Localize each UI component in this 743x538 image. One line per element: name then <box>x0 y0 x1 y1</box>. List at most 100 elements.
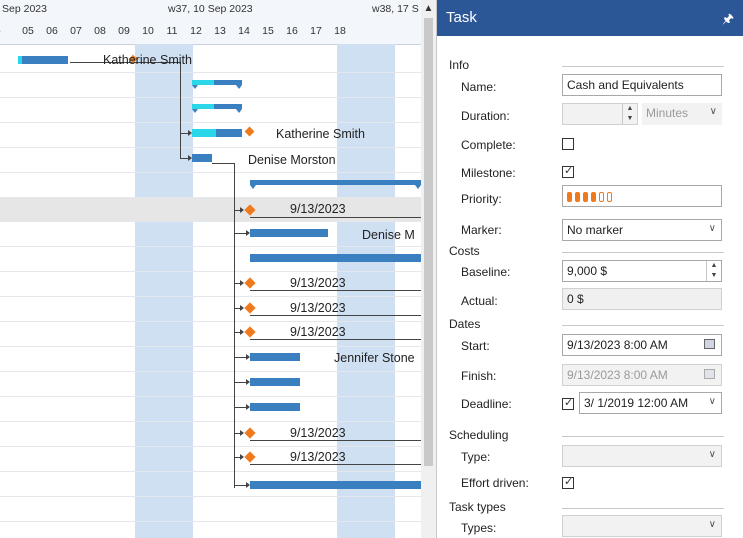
task-bar[interactable] <box>250 254 421 262</box>
chevron-down-icon: ∨ <box>708 223 716 234</box>
duration-unit-select[interactable]: Minutes ∨ <box>642 103 722 125</box>
priority-dot-filled[interactable] <box>567 191 572 202</box>
row-divider <box>0 122 421 123</box>
label-underline <box>250 339 421 340</box>
gantt-vertical-scrollbar[interactable]: ▲ <box>421 0 436 538</box>
summary-bar[interactable] <box>192 104 242 113</box>
resource-label: Katherine Smith <box>103 53 192 67</box>
scrollbar-thumb[interactable] <box>424 18 433 466</box>
label-underline <box>250 440 421 441</box>
row-divider <box>0 172 421 173</box>
timeline-week-header: Sep 2023 w37, 10 Sep 2023 w38, 17 S <box>0 0 421 19</box>
calendar-icon[interactable] <box>704 369 715 379</box>
types-label: Types: <box>461 521 497 535</box>
row-divider <box>0 321 421 322</box>
pin-icon[interactable]: 🖈 <box>722 10 734 32</box>
priority-dot-empty[interactable] <box>599 191 604 202</box>
milestone-marker[interactable] <box>244 302 256 314</box>
gantt-chart[interactable]: Sep 2023 w37, 10 Sep 2023 w38, 17 S - 05… <box>0 0 421 538</box>
priority-rating[interactable] <box>562 185 722 207</box>
priority-dot-filled[interactable] <box>575 191 580 202</box>
resource-label: Jennifer Stone <box>334 351 415 365</box>
baseline-field[interactable]: 9,000 $ ▲ ▼ <box>562 260 722 282</box>
actual-label: Actual: <box>461 294 498 308</box>
finish-label: Finish: <box>461 369 497 383</box>
section-divider <box>562 325 724 326</box>
duration-field[interactable]: ▲ ▼ <box>562 103 638 125</box>
section-info: Info <box>449 58 470 72</box>
baseline-spin-icon[interactable]: ▲ ▼ <box>706 261 721 281</box>
finish-date-picker[interactable]: 9/13/2023 8:00 AM <box>562 364 722 386</box>
task-bar[interactable] <box>250 481 421 489</box>
type-select[interactable]: ∨ <box>562 445 722 467</box>
milestone-marker[interactable] <box>244 126 255 137</box>
chevron-up-icon[interactable]: ▲ <box>421 3 436 14</box>
name-label: Name: <box>461 80 497 94</box>
task-bar[interactable] <box>250 353 300 361</box>
marker-value: No marker <box>567 223 624 237</box>
chevron-down-icon: ∨ <box>709 106 717 117</box>
milestone-marker[interactable] <box>244 451 256 463</box>
row-divider <box>0 147 421 148</box>
milestone-date-label: 9/13/2023 <box>290 202 346 216</box>
task-bar[interactable] <box>250 229 328 237</box>
milestone-label: Milestone: <box>461 166 516 180</box>
marker-select[interactable]: No marker ∨ <box>562 219 722 241</box>
calendar-icon[interactable] <box>704 339 715 349</box>
summary-bar[interactable] <box>250 180 421 189</box>
milestone-marker[interactable] <box>244 427 256 439</box>
milestone-date-label: 9/13/2023 <box>290 450 346 464</box>
deadline-label: Deadline: <box>461 397 512 411</box>
deadline-checkbox[interactable] <box>562 396 574 410</box>
day-label: 18 <box>334 25 346 37</box>
row-divider <box>0 371 421 372</box>
row-divider <box>0 446 421 447</box>
section-scheduling: Scheduling <box>449 428 509 442</box>
milestone-checkbox[interactable] <box>562 164 574 178</box>
resource-label: Katherine Smith <box>276 127 365 141</box>
row-divider <box>0 72 421 73</box>
task-bar[interactable] <box>192 129 242 137</box>
task-bar[interactable] <box>192 154 212 162</box>
duration-label: Duration: <box>461 109 510 123</box>
row-divider <box>0 396 421 397</box>
summary-bar[interactable] <box>192 80 242 89</box>
task-bar[interactable] <box>250 403 300 411</box>
task-bar[interactable] <box>250 378 300 386</box>
label-underline <box>250 464 421 465</box>
milestone-marker[interactable] <box>244 277 256 289</box>
section-task-types: Task types <box>449 500 506 514</box>
milestone-marker[interactable] <box>244 326 256 338</box>
row-divider <box>0 221 421 222</box>
day-label-partial: - <box>0 25 9 37</box>
task-bar[interactable] <box>18 56 68 64</box>
priority-dot-filled[interactable] <box>583 191 588 202</box>
row-divider <box>0 246 421 247</box>
duration-unit-value: Minutes <box>646 106 689 120</box>
row-divider <box>0 521 421 522</box>
week-label: w38, 17 S <box>372 3 419 15</box>
name-field[interactable]: Cash and Equivalents <box>562 74 722 96</box>
section-dates: Dates <box>449 317 481 331</box>
timeline-day-header: - 05 06 07 08 09 10 11 12 13 14 15 16 17… <box>0 18 421 45</box>
week-label: w37, 10 Sep 2023 <box>168 3 253 15</box>
priority-dot-empty[interactable] <box>607 191 612 202</box>
actual-field: 0 $ <box>562 288 722 310</box>
priority-dot-filled[interactable] <box>591 191 596 202</box>
start-label: Start: <box>461 339 490 353</box>
duration-spin-icon[interactable]: ▲ ▼ <box>622 104 637 124</box>
chevron-down-icon: ∨ <box>708 449 716 460</box>
finish-value: 9/13/2023 8:00 AM <box>567 368 668 382</box>
deadline-date-picker[interactable]: 3/ 1/2019 12:00 AM ∨ <box>579 392 722 414</box>
baseline-value: 9,000 $ <box>567 264 608 278</box>
dependency-line <box>212 163 234 164</box>
weekend-shade <box>135 44 193 538</box>
types-select[interactable]: ∨ <box>562 515 722 537</box>
complete-checkbox[interactable] <box>562 138 574 150</box>
effort-driven-checkbox[interactable] <box>562 475 574 489</box>
label-underline <box>250 315 421 316</box>
start-date-picker[interactable]: 9/13/2023 8:00 AM <box>562 334 722 356</box>
chevron-down-icon: ∨ <box>708 396 716 407</box>
deadline-value: 3/ 1/2019 12:00 AM <box>584 396 689 410</box>
row-divider <box>0 97 421 98</box>
